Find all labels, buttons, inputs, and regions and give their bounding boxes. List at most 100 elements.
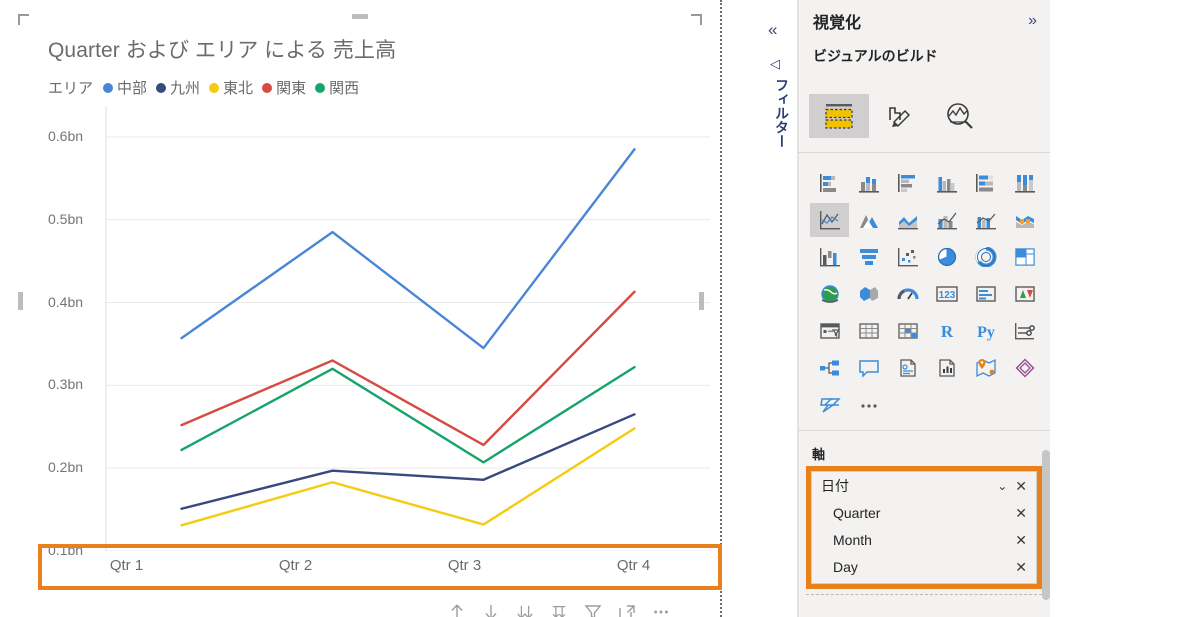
more-visuals-icon[interactable] — [849, 388, 888, 422]
remove-field-icon-month[interactable]: ✕ — [1015, 533, 1027, 547]
azure-map-icon[interactable] — [966, 351, 1005, 385]
line-chart-icon[interactable] — [810, 203, 849, 237]
svg-text:Py: Py — [977, 324, 995, 341]
pie-chart-icon[interactable] — [927, 240, 966, 274]
visual-pane-tabs[interactable] — [809, 92, 1043, 140]
go-to-next-level-icon[interactable] — [550, 602, 568, 617]
x-axis-tick-qtr1: Qtr 1 — [109, 556, 144, 574]
treemap-icon[interactable] — [1005, 240, 1044, 274]
metrics-icon[interactable] — [927, 351, 966, 385]
python-visual-icon[interactable]: Py — [966, 314, 1005, 348]
waterfall-chart-icon[interactable] — [810, 240, 849, 274]
scatter-chart-icon[interactable] — [888, 240, 927, 274]
legend-title: エリア — [48, 80, 94, 97]
selection-handle-top-center[interactable] — [352, 14, 368, 19]
axis-well-label: 軸 — [812, 447, 826, 462]
analytics-tab[interactable] — [929, 94, 989, 138]
line-and-stacked-column-chart-icon[interactable] — [927, 203, 966, 237]
viz-pane-scrollbar-thumb[interactable] — [1042, 450, 1050, 600]
clustered-bar-chart-icon[interactable] — [888, 166, 927, 200]
map-icon[interactable] — [810, 277, 849, 311]
legend-item-tohoku[interactable]: 東北 — [209, 77, 253, 98]
x-axis-tick-qtr3: Qtr 3 — [447, 556, 482, 574]
stacked-area-chart-icon[interactable] — [888, 203, 927, 237]
collapse-panes-icon[interactable]: « — [768, 20, 777, 40]
filled-map-icon[interactable] — [849, 277, 888, 311]
selection-handle-middle-right[interactable] — [699, 292, 704, 310]
area-chart-icon[interactable] — [849, 203, 888, 237]
stacked-column-chart-icon[interactable] — [849, 166, 888, 200]
line-chart-visual[interactable]: Quarter および エリア による 売上高 エリア 中部 九州 東北 関東 … — [18, 14, 722, 617]
focus-mode-icon[interactable] — [618, 602, 636, 617]
x-axis-tick-qtr2: Qtr 2 — [278, 556, 313, 574]
next-well-area[interactable] — [806, 596, 1042, 617]
selection-handle-top-left[interactable] — [18, 14, 29, 25]
smart-narrative-icon[interactable] — [849, 351, 888, 385]
multi-row-card-icon[interactable] — [966, 277, 1005, 311]
x-axis-labels[interactable]: Qtr 1 Qtr 2 Qtr 3 Qtr 4 — [42, 542, 718, 588]
legend-item-kyushu[interactable]: 九州 — [156, 77, 200, 98]
chart-series-関西[interactable] — [180, 365, 636, 464]
well-drop-indicator-top — [811, 468, 1037, 470]
expand-all-down-icon[interactable] — [516, 602, 534, 617]
selection-handle-top-right[interactable] — [691, 14, 702, 25]
legend-label-kanto: 関東 — [276, 80, 307, 97]
legend-item-chubu[interactable]: 中部 — [103, 77, 147, 98]
ribbon-chart-icon[interactable] — [1005, 203, 1044, 237]
more-options-icon[interactable] — [652, 602, 670, 617]
clustered-column-chart-icon[interactable] — [927, 166, 966, 200]
chart-series-中部[interactable] — [180, 148, 636, 350]
expand-pane-icon[interactable]: » — [1028, 12, 1037, 30]
chart-series-九州[interactable] — [180, 413, 636, 510]
drill-up-icon[interactable] — [448, 602, 466, 617]
funnel-chart-icon[interactable] — [849, 240, 888, 274]
well-field-date[interactable]: 日付 ⌄ ✕ — [812, 472, 1036, 499]
filters-pane-label[interactable]: フィルター — [772, 78, 792, 148]
card-icon[interactable]: 123 — [927, 277, 966, 311]
gauge-icon[interactable] — [888, 277, 927, 311]
chart-series-関東[interactable] — [180, 290, 636, 447]
100-stacked-column-chart-icon[interactable] — [1005, 166, 1044, 200]
visual-header-toolbar[interactable] — [448, 597, 720, 617]
chart-legend[interactable]: エリア 中部 九州 東北 関東 関西 — [48, 77, 359, 98]
100-stacked-bar-chart-icon[interactable] — [966, 166, 1005, 200]
well-field-day[interactable]: Day ✕ — [812, 553, 1036, 580]
r-script-visual-icon[interactable]: R — [927, 314, 966, 348]
remove-field-icon-day[interactable]: ✕ — [1015, 560, 1027, 574]
report-canvas[interactable]: Quarter および エリア による 売上高 エリア 中部 九州 東北 関東 … — [0, 0, 722, 617]
expand-filters-pane-icon[interactable]: ◁ — [770, 56, 780, 72]
slicer-icon[interactable] — [810, 314, 849, 348]
legend-label-kyushu: 九州 — [170, 80, 201, 97]
drill-down-toggle-icon[interactable] — [482, 602, 500, 617]
legend-swatch-tohoku — [209, 82, 220, 93]
well-field-month[interactable]: Month ✕ — [812, 526, 1036, 553]
remove-field-icon-date[interactable]: ✕ — [1015, 479, 1027, 493]
build-visual-tab[interactable] — [809, 94, 869, 138]
chart-plot-area[interactable]: 0.6bn 0.5bn 0.4bn 0.3bn 0.2bn 0.1bn — [42, 106, 718, 558]
visual-type-gallery[interactable]: 123 R Py — [810, 166, 1046, 422]
selection-handle-middle-left[interactable] — [18, 292, 23, 310]
stacked-bar-chart-icon[interactable] — [810, 166, 849, 200]
power-apps-icon[interactable] — [1005, 351, 1044, 385]
key-influencers-icon[interactable] — [810, 351, 849, 385]
filter-icon[interactable] — [584, 602, 602, 617]
line-and-clustered-column-chart-icon[interactable] — [966, 203, 1005, 237]
remove-field-icon-quarter[interactable]: ✕ — [1015, 506, 1027, 520]
paginated-report-icon[interactable] — [888, 351, 927, 385]
axis-well[interactable]: 日付 ⌄ ✕ Quarter ✕ Month ✕ Day ✕ — [811, 471, 1037, 584]
chevron-down-icon[interactable]: ⌄ — [997, 479, 1007, 493]
filters-pane-collapsed[interactable]: « ◁ フィルター — [760, 0, 798, 617]
table-icon[interactable] — [849, 314, 888, 348]
y-axis-tick-1: 0.5bn — [48, 210, 84, 227]
matrix-icon[interactable] — [888, 314, 927, 348]
legend-item-kanto[interactable]: 関東 — [262, 77, 306, 98]
well-field-label-month: Month — [833, 531, 872, 548]
donut-chart-icon[interactable] — [966, 240, 1005, 274]
kpi-icon[interactable] — [1005, 277, 1044, 311]
well-field-quarter[interactable]: Quarter ✕ — [812, 499, 1036, 526]
right-background — [1050, 0, 1177, 617]
format-visual-tab[interactable] — [869, 94, 929, 138]
power-automate-icon[interactable] — [810, 388, 849, 422]
legend-item-kansai[interactable]: 関西 — [315, 77, 359, 98]
decomposition-tree-icon[interactable] — [1005, 314, 1044, 348]
